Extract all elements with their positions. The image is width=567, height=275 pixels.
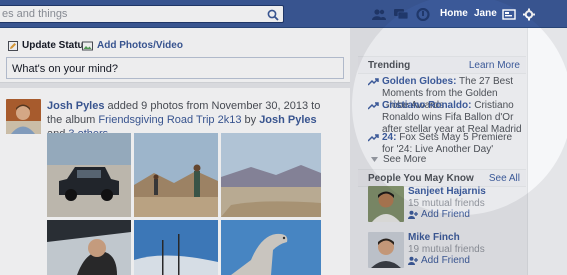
- status-input-placeholder: What's on your mind?: [12, 63, 119, 75]
- chat-sidebar-strip: [527, 28, 567, 275]
- person-name-link[interactable]: Sanjeet Hajarnis: [408, 186, 486, 197]
- see-all-link[interactable]: See All: [489, 173, 520, 184]
- photo-icon: [82, 41, 93, 50]
- person-avatar[interactable]: [368, 232, 404, 268]
- trending-item[interactable]: 24: Fox Sets May 5 Premiere for '24: Liv…: [368, 132, 526, 156]
- add-photos-tab[interactable]: Add Photos/Video: [82, 40, 183, 51]
- photo-desert-hikers[interactable]: [134, 133, 218, 217]
- person-avatar[interactable]: [368, 186, 404, 222]
- mutual-friends-count[interactable]: 19 mutual friends: [408, 244, 485, 255]
- search-icon[interactable]: [267, 9, 279, 21]
- home-link[interactable]: Home: [440, 8, 468, 19]
- search-input-value: es and things: [2, 8, 68, 20]
- trending-title: Trending: [368, 60, 411, 71]
- add-friend-label: Add Friend: [421, 255, 470, 266]
- notifications-icon[interactable]: [416, 8, 430, 21]
- search-input[interactable]: es and things: [0, 5, 284, 23]
- photo-truck[interactable]: [47, 133, 131, 217]
- messages-icon[interactable]: [394, 8, 408, 21]
- album-link[interactable]: Friendsgiving Road Trip 2k13: [98, 114, 241, 126]
- trending-item[interactable]: Cristiano Ronaldo: Cristiano Ronaldo win…: [368, 100, 526, 136]
- photo-desert-landscape[interactable]: [221, 133, 321, 217]
- story-text-part: by: [241, 114, 260, 126]
- trending-arrow-icon: [368, 102, 379, 110]
- trending-arrow-icon: [368, 134, 379, 142]
- add-friend-icon: [408, 256, 418, 265]
- add-friend-button[interactable]: Add Friend: [408, 209, 470, 220]
- photo-dinosaur-statue[interactable]: [221, 220, 321, 275]
- see-more-label: See More: [383, 154, 427, 165]
- update-status-label: Update Status: [22, 40, 90, 51]
- people-title: People You May Know: [368, 173, 474, 184]
- trending-header: Trending Learn More: [358, 56, 526, 74]
- photo-car-interior[interactable]: [47, 220, 131, 275]
- learn-more-link[interactable]: Learn More: [469, 60, 520, 71]
- person-name-link[interactable]: Mike Finch: [408, 232, 460, 243]
- pencil-icon: [8, 40, 18, 51]
- tagged-author-link[interactable]: Josh Pyles: [259, 114, 316, 126]
- trending-arrow-icon: [368, 78, 379, 86]
- chevron-down-icon: [371, 157, 378, 162]
- status-composer: Update Status Add Photos/Video What's on…: [0, 28, 350, 83]
- feed-story: Josh Pyles added 9 photos from November …: [0, 88, 350, 275]
- privacy-shortcuts-icon[interactable]: [502, 8, 516, 21]
- photo-sky-poles[interactable]: [134, 220, 218, 275]
- add-friend-icon: [408, 210, 418, 219]
- see-more-button[interactable]: See More: [371, 154, 426, 165]
- story-author-link[interactable]: Josh Pyles: [47, 100, 104, 112]
- friend-requests-icon[interactable]: [372, 8, 386, 21]
- trending-topic: 24:: [382, 132, 397, 143]
- person-suggestion: Mike Finch 19 mutual friends Add Friend: [368, 232, 526, 272]
- person-suggestion: Sanjeet Hajarnis 15 mutual friends Add F…: [368, 186, 526, 226]
- author-avatar[interactable]: [6, 99, 41, 134]
- update-status-tab[interactable]: Update Status: [8, 40, 89, 51]
- add-friend-button[interactable]: Add Friend: [408, 255, 470, 266]
- right-sidebar: Trending Learn More Golden Globes: The 2…: [358, 28, 526, 275]
- trending-topic: Cristiano Ronaldo:: [382, 100, 472, 111]
- settings-gear-icon[interactable]: [522, 8, 536, 21]
- profile-link[interactable]: Jane: [474, 8, 497, 19]
- trending-topic: Golden Globes:: [382, 76, 457, 87]
- status-input[interactable]: What's on your mind?: [6, 57, 344, 79]
- trending-desc: Fox Sets May 5 Premiere for '24: Live An…: [382, 132, 513, 155]
- add-photos-label: Add Photos/Video: [97, 40, 183, 51]
- mutual-friends-count[interactable]: 15 mutual friends: [408, 198, 485, 209]
- add-friend-label: Add Friend: [421, 209, 470, 220]
- people-header: People You May Know See All: [358, 169, 526, 187]
- top-bar: es and things Home Jane: [0, 0, 567, 28]
